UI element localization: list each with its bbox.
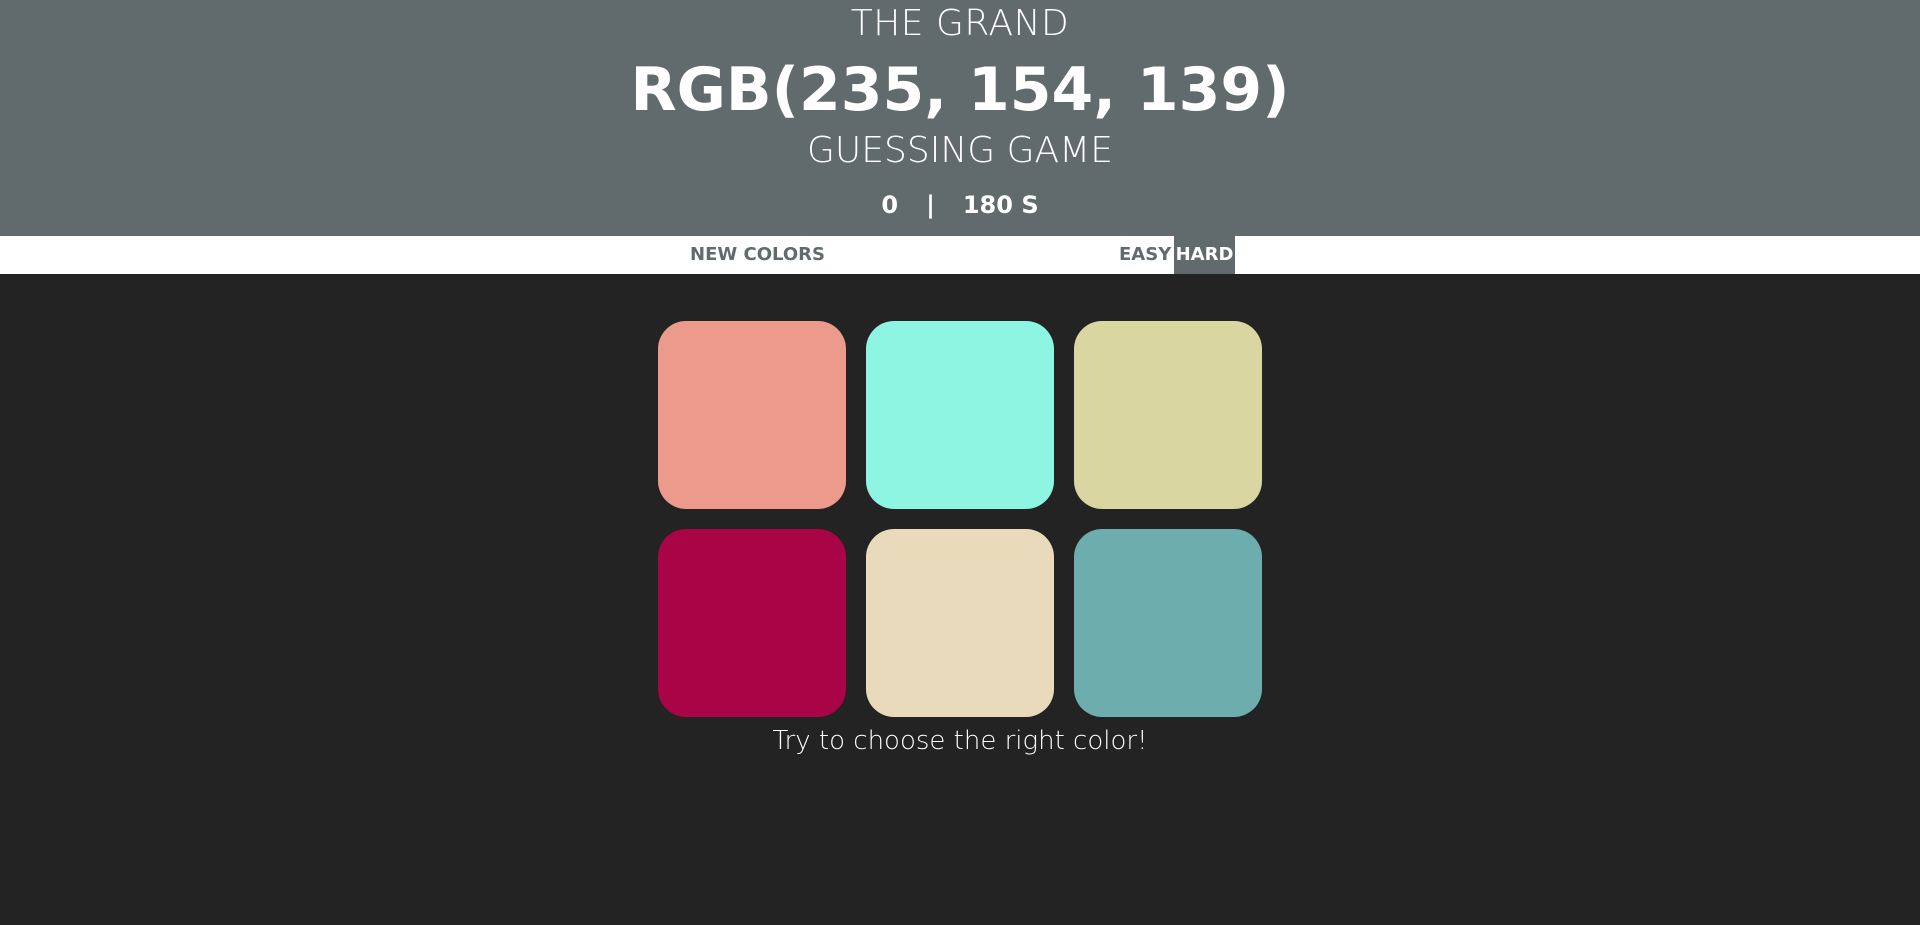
control-stripe: NEW COLORS EASY HARD [0, 236, 1920, 274]
status-message: Try to choose the right color! [772, 726, 1148, 756]
title-bottom: GUESSING GAME [807, 130, 1113, 171]
stats-bar: 0 | 180 S [0, 190, 1920, 220]
hard-mode-button[interactable]: HARD [1174, 236, 1235, 274]
color-square-5[interactable] [866, 529, 1054, 717]
new-colors-button[interactable]: NEW COLORS [684, 236, 831, 274]
color-square-2[interactable] [866, 321, 1054, 509]
color-square-1[interactable] [658, 321, 846, 509]
color-square-6[interactable] [1074, 529, 1262, 717]
header: THE GRAND RGB(235, 154, 139) GUESSING GA… [0, 0, 1920, 236]
color-square-4[interactable] [658, 529, 846, 717]
title-top: THE GRAND [850, 3, 1070, 44]
color-square-3[interactable] [1074, 321, 1262, 509]
score: 0 [881, 191, 899, 219]
color-board: Try to choose the right color! [0, 274, 1920, 925]
timer: 180 S [962, 191, 1039, 219]
rgb-display: RGB(235, 154, 139) [630, 55, 1290, 125]
stats-separator: | [926, 191, 935, 219]
easy-mode-button[interactable]: EASY [1113, 236, 1177, 274]
